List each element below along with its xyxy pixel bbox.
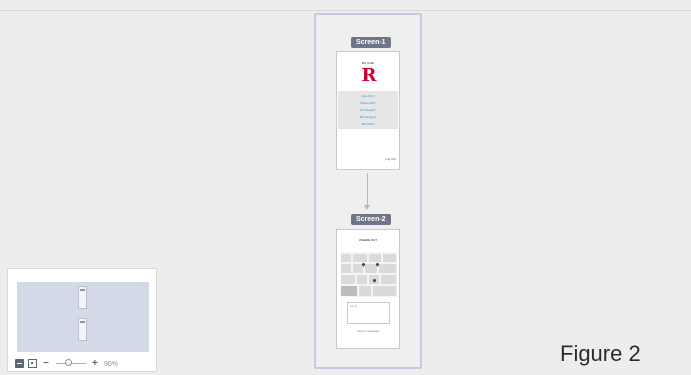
menu-item[interactable]: How RU? — [338, 94, 398, 98]
top-divider — [0, 10, 691, 11]
minimap-screen-thumb[interactable] — [78, 318, 87, 341]
map-block — [383, 254, 396, 262]
fit-screen-icon[interactable] — [28, 359, 37, 368]
minimap-thumb-tag — [80, 289, 85, 291]
screen-2-tag[interactable]: Screen-2 — [351, 214, 391, 225]
flow-arrow-head-icon — [364, 205, 370, 210]
menu-item[interactable]: RU Hungry? — [338, 115, 398, 119]
minimap-panel[interactable]: − + 90% — [7, 268, 157, 372]
map-block — [369, 254, 381, 262]
menu-item[interactable]: Where RU? — [338, 101, 398, 105]
zoom-out-button[interactable]: − — [43, 359, 49, 369]
fit-width-icon[interactable] — [15, 359, 24, 368]
map-block — [353, 254, 367, 262]
menu-item[interactable]: Who RU? — [338, 122, 398, 126]
minimap-thumb-tag — [80, 321, 85, 323]
map-block — [373, 286, 396, 296]
minimap-toolbar: − + 90% — [15, 359, 151, 369]
zoom-level: 90% — [104, 361, 119, 368]
minimap-screen-thumb[interactable] — [78, 286, 87, 309]
campus-map — [341, 252, 397, 297]
zoom-in-button[interactable]: + — [92, 359, 98, 369]
screen-1-mockup[interactable]: RU Chat! R How RU? Where RU? RU Ready? R… — [336, 51, 400, 170]
map-block — [381, 275, 396, 284]
r-logo: R — [361, 65, 377, 86]
screen-2-title: WHERE RU? — [358, 238, 377, 242]
flow-arrow — [367, 173, 368, 206]
screen-1-tag[interactable]: Screen-1 — [351, 37, 391, 48]
map-block — [359, 286, 371, 296]
map-block — [341, 254, 351, 262]
menu-list: How RU? Where RU? RU Ready? RU Hungry? W… — [338, 91, 398, 129]
map-block — [341, 264, 351, 273]
send-message-link[interactable]: Send a message — [337, 329, 399, 333]
map-block — [379, 264, 396, 273]
message-placeholder: Say hi... — [350, 305, 360, 308]
menu-item[interactable]: RU Ready? — [338, 108, 398, 112]
zoom-slider-handle[interactable] — [64, 359, 72, 366]
map-block — [341, 275, 355, 284]
message-input[interactable]: Say hi... — [347, 302, 390, 324]
logout-link[interactable]: Log Out — [385, 157, 396, 161]
map-block — [365, 264, 377, 273]
map-block — [341, 286, 357, 296]
map-block — [357, 275, 367, 284]
minimap-viewport[interactable] — [17, 282, 149, 352]
figure-caption: Figure 2 — [560, 341, 641, 366]
screen-2-mockup[interactable]: WHERE RU? Say hi... Send a message — [336, 229, 400, 349]
